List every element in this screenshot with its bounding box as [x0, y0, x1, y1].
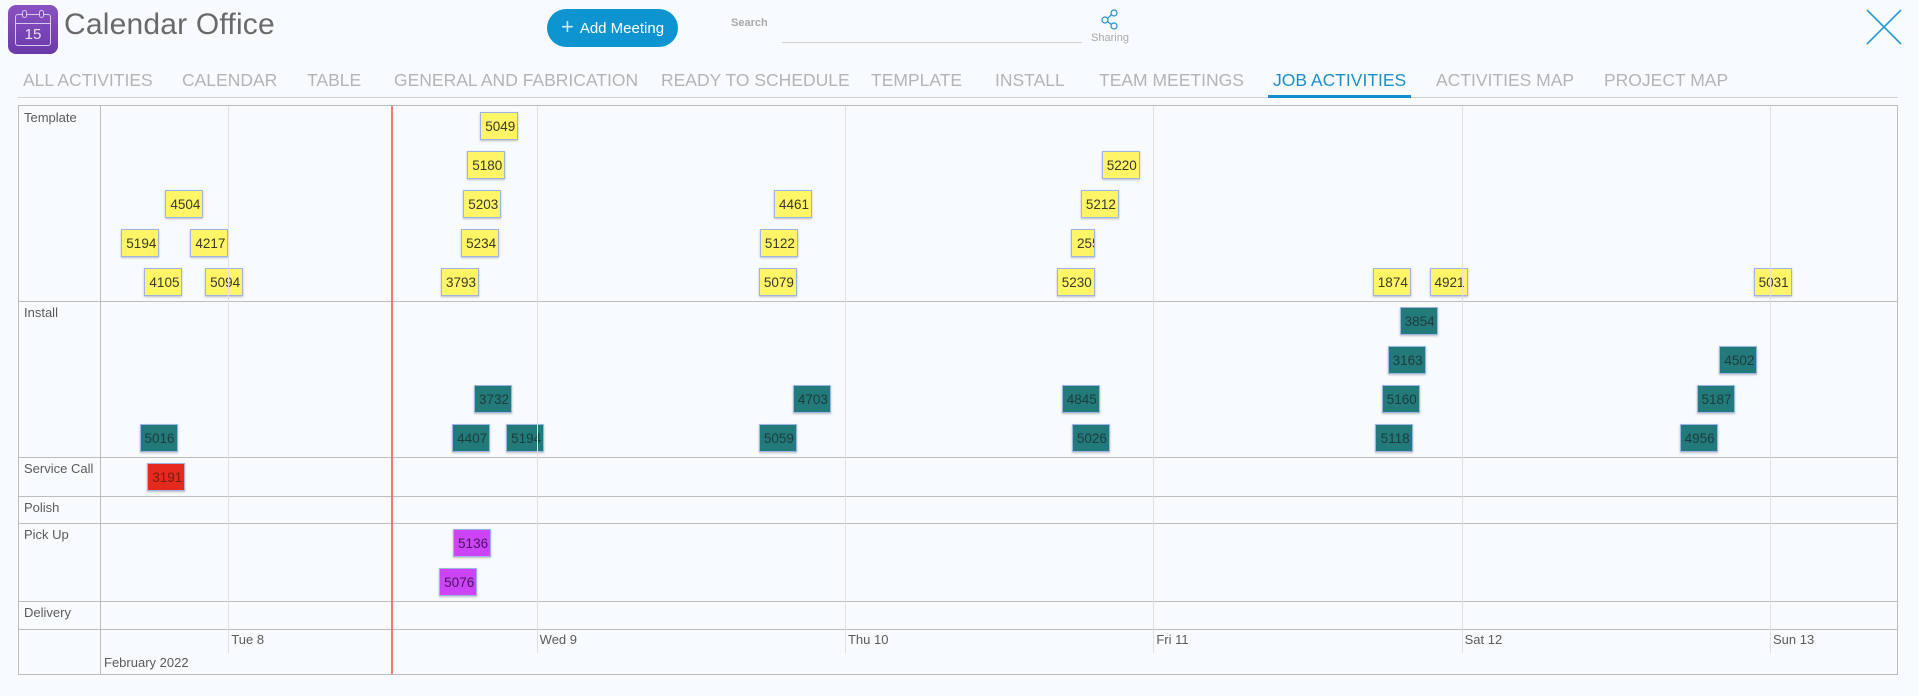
activity-item-template[interactable]: 5234 [461, 229, 500, 257]
app-header: 15 Calendar Office + Add Meeting Search … [0, 0, 1918, 60]
activity-item-pick-up[interactable]: 5136 [453, 529, 492, 557]
axis-label-column [19, 629, 101, 674]
tab-table[interactable]: TABLE [307, 70, 361, 95]
close-icon [1866, 9, 1902, 45]
tab-install[interactable]: INSTALL [995, 70, 1065, 95]
tab-ready-to-schedule[interactable]: READY TO SCHEDULE [661, 70, 850, 95]
tab-project-map[interactable]: PROJECT MAP [1604, 70, 1728, 95]
activity-item-install[interactable]: 3732 [474, 385, 513, 413]
activity-item-install[interactable]: 5026 [1071, 424, 1110, 452]
activity-item-install[interactable]: 5160 [1381, 385, 1420, 413]
tab-job-activities[interactable]: JOB ACTIVITIES [1267, 70, 1412, 98]
activity-item-install[interactable]: 5194 [506, 424, 545, 452]
add-meeting-button[interactable]: + Add Meeting [547, 9, 678, 47]
activity-item-install[interactable]: 5187 [1696, 385, 1735, 413]
day-label: Sun 13 [1772, 632, 1815, 647]
day-gridline [1461, 106, 1463, 653]
tab-team-meetings[interactable]: TEAM MEETINGS [1099, 70, 1244, 95]
sharing-button[interactable]: Sharing [1086, 8, 1134, 50]
activity-item-template[interactable]: 1874 [1372, 268, 1411, 296]
day-label: Sat 12 [1464, 632, 1503, 647]
activity-item-install[interactable]: 4502 [1719, 346, 1758, 374]
activity-item-template[interactable]: 5203 [463, 190, 502, 218]
app-title: Calendar Office [64, 8, 275, 41]
activity-item-template[interactable]: 3793 [441, 268, 480, 296]
sharing-label: Sharing [1091, 32, 1129, 44]
activity-item-template[interactable]: 4461 [774, 190, 813, 218]
close-button[interactable] [1866, 9, 1902, 45]
tab-template[interactable]: TEMPLATE [871, 70, 962, 95]
row-label-service-call: Service Call [19, 457, 101, 496]
activity-item-template[interactable]: 4217 [190, 229, 229, 257]
search-input[interactable] [782, 14, 1082, 40]
plus-icon: + [560, 14, 574, 39]
current-time-line [391, 106, 394, 674]
activity-item-template[interactable]: 5079 [758, 268, 797, 296]
activity-item-template[interactable]: 5194 [121, 229, 160, 257]
day-gridline [228, 106, 230, 653]
activity-item-template[interactable]: 5220 [1101, 151, 1140, 179]
row-separator [19, 457, 1897, 458]
activity-item-template[interactable]: 4504 [165, 190, 204, 218]
activity-item-install[interactable]: 3854 [1399, 307, 1438, 335]
row-label-install: Install [19, 301, 101, 457]
tab-bar: ALL ACTIVITIES CALENDAR TABLE GENERAL AN… [18, 68, 1898, 98]
row-label-pick-up: Pick Up [19, 523, 101, 601]
row-separator [19, 301, 1897, 302]
activity-item-template[interactable]: 5049 [480, 112, 519, 140]
activity-item-template[interactable]: 5230 [1056, 268, 1095, 296]
timeline-grid: Template 5049 5180 5220 4504 5203 4461 5212 5194… [18, 105, 1898, 675]
activity-item-template[interactable]: 5122 [759, 229, 798, 257]
calendar-app-icon: 15 [8, 5, 58, 54]
tab-activities-map[interactable]: ACTIVITIES MAP [1436, 70, 1574, 95]
activity-item-service-call[interactable]: 3191 [147, 463, 186, 491]
day-gridline [1153, 106, 1155, 653]
day-label: Fri 11 [1156, 632, 1189, 647]
day-gridline [536, 106, 538, 653]
row-label-template: Template [19, 106, 101, 301]
tab-all-activities[interactable]: ALL ACTIVITIES [23, 70, 153, 95]
activity-item-pick-up[interactable]: 5076 [439, 568, 478, 596]
activity-item-template[interactable]: 5212 [1080, 190, 1119, 218]
day-gridline [844, 106, 846, 653]
activity-item-template[interactable]: 4105 [144, 268, 183, 296]
activity-item-install[interactable]: 5118 [1374, 424, 1413, 452]
activity-item-install[interactable]: 4956 [1679, 424, 1718, 452]
search-underline [782, 42, 1082, 43]
row-label-polish: Polish [19, 496, 101, 523]
day-label: Wed 9 [539, 632, 577, 647]
activity-item-install[interactable]: 4407 [452, 424, 491, 452]
tab-calendar[interactable]: CALENDAR [182, 70, 277, 95]
activity-item-install[interactable]: 5059 [758, 424, 797, 452]
day-gridline [1769, 106, 1771, 653]
day-label: Thu 10 [847, 632, 889, 647]
activity-item-install[interactable]: 4845 [1061, 385, 1100, 413]
activity-item-install[interactable]: 3163 [1387, 346, 1426, 374]
day-label: Tue 8 [231, 632, 265, 647]
row-separator [19, 601, 1897, 602]
activity-item-install[interactable]: 5016 [139, 424, 178, 452]
tab-general-and-fabrication[interactable]: GENERAL AND FABRICATION [394, 70, 638, 95]
activity-item-template[interactable]: 5031 [1753, 268, 1792, 296]
add-meeting-label: Add Meeting [579, 19, 665, 37]
search-label: Search [731, 17, 768, 29]
activity-item-template[interactable]: 5180 [467, 151, 506, 179]
activity-item-template[interactable]: 255 [1070, 229, 1095, 257]
row-label-delivery: Delivery [19, 601, 101, 629]
row-separator [19, 523, 1897, 524]
share-icon [1101, 9, 1118, 30]
axis-separator [19, 629, 1897, 630]
activity-item-template[interactable]: 5094 [205, 268, 244, 296]
row-separator [19, 496, 1897, 497]
month-label: February 2022 [104, 655, 189, 670]
activity-item-install[interactable]: 4703 [792, 385, 831, 413]
